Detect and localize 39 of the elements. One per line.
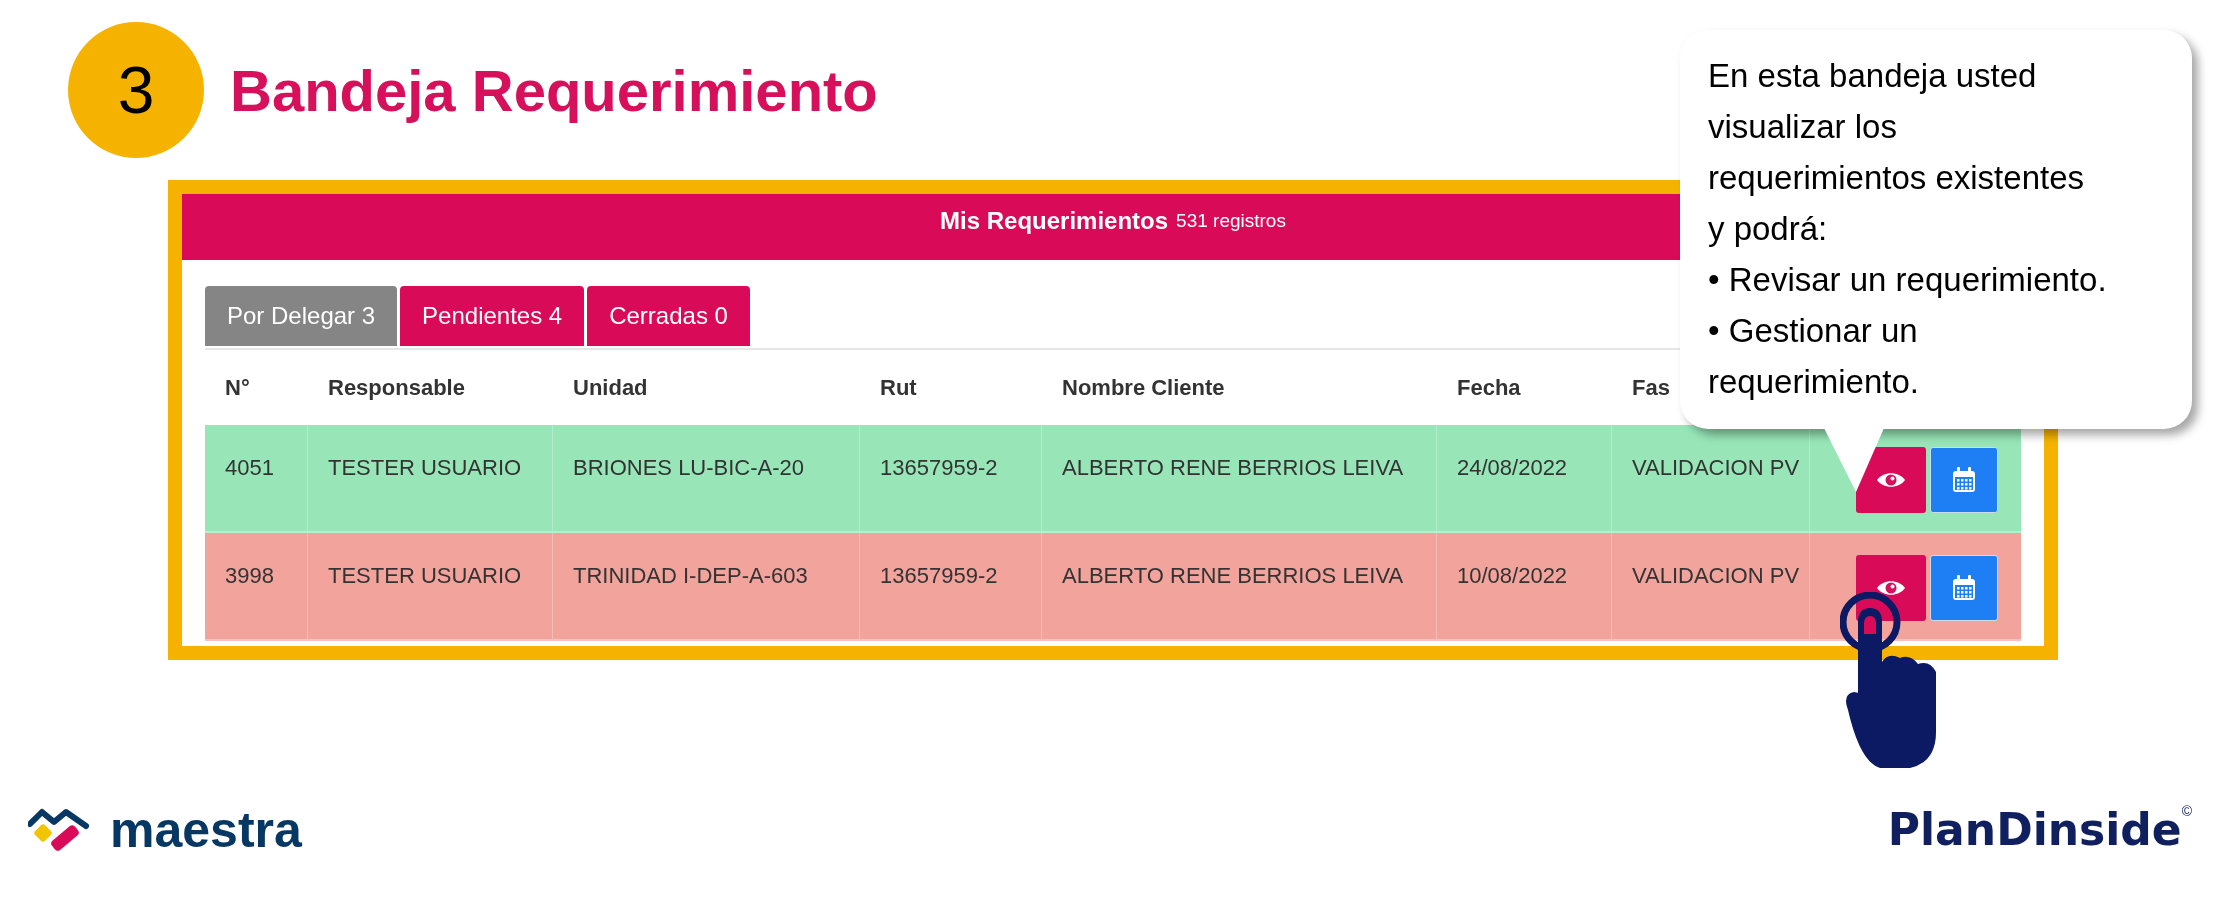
callout-text: En esta bandeja usted visualizar los requerimientos existentes y podrá: • Revisar un requerimiento. • Gestionar un requerimiento. (1708, 56, 2108, 402)
eye-icon (1876, 470, 1906, 490)
table-cell: 3998 (225, 563, 274, 588)
tab[interactable]: Cerradas 0 (587, 286, 750, 346)
table-cell: 13657959-2 (880, 563, 998, 588)
column-header: N° (225, 375, 250, 400)
table-cell: TRINIDAD I-DEP-A-603 (573, 563, 808, 588)
table-cell: VALIDACION PV (1632, 455, 1800, 480)
table-cell: 24/08/2022 (1457, 455, 1568, 480)
step-number: 3 (68, 22, 204, 158)
eye-icon (1876, 578, 1906, 598)
plandinside-logo-text: PlanDinside (1887, 803, 2182, 857)
page-title: Bandeja Requerimiento (230, 56, 878, 125)
maestra-logo-icon (28, 806, 92, 854)
calendar-icon (1952, 467, 1976, 493)
column-header: Responsable (328, 375, 465, 400)
table-cell: TESTER USUARIO (328, 563, 522, 588)
column-header: Rut (880, 375, 917, 400)
record-count: 531 registros (1176, 208, 1286, 233)
calendar-button[interactable] (1930, 447, 1998, 513)
calendar-button[interactable] (1930, 555, 1998, 621)
calendar-icon (1952, 575, 1976, 601)
table-cell: ALBERTO RENE BERRIOS LEIVA (1062, 455, 1404, 480)
panel-title: Mis Requerimientos (940, 206, 1169, 236)
column-header: Fas (1632, 375, 1670, 400)
table-cell: 13657959-2 (880, 455, 998, 480)
tab[interactable]: Pendientes 4 (400, 286, 585, 346)
table-cell: BRIONES LU-BIC-A-20 (573, 455, 805, 480)
table-cell: 10/08/2022 (1457, 563, 1568, 588)
copyright-mark: © (2181, 802, 2192, 819)
column-header: Nombre Cliente (1062, 375, 1225, 400)
table-cell: ALBERTO RENE BERRIOS LEIVA (1062, 563, 1404, 588)
table-cell: 4051 (225, 455, 274, 480)
tab[interactable]: Por Delegar 3 (205, 286, 398, 346)
maestra-logo-text: maestra (110, 800, 302, 860)
table-cell: VALIDACION PV (1632, 563, 1800, 588)
table-cell: TESTER USUARIO (328, 455, 522, 480)
column-header: Unidad (573, 375, 648, 400)
column-header: Fecha (1457, 375, 1521, 400)
